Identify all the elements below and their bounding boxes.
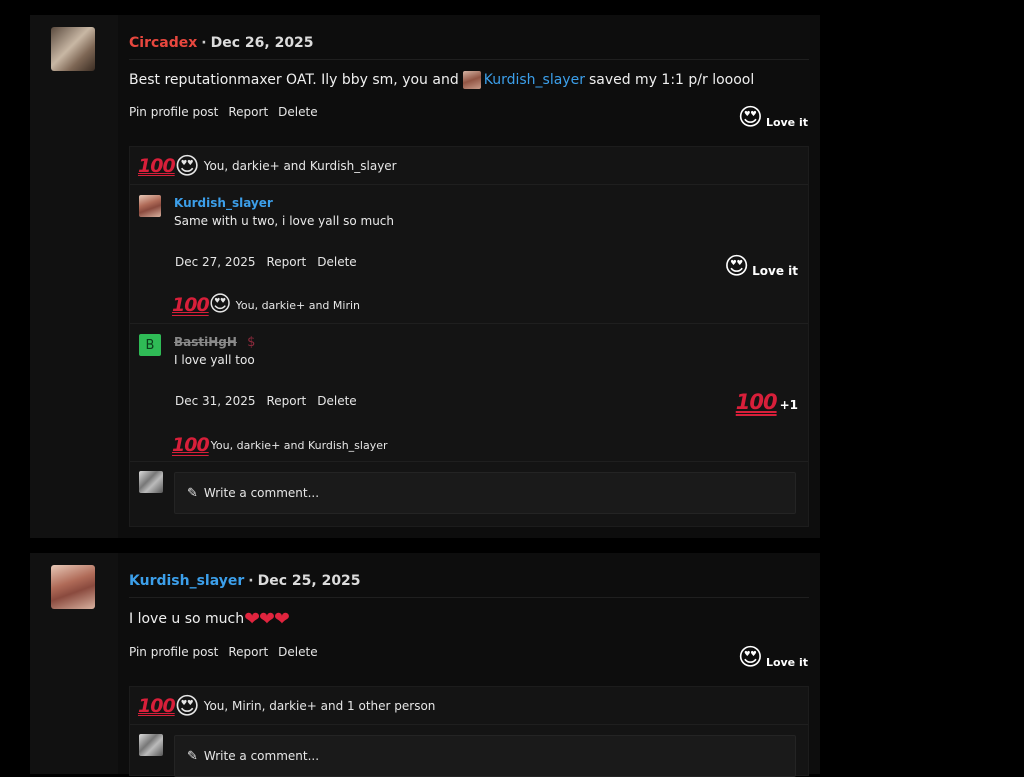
reaction-summary[interactable]: 100 😍 You, Mirin, darkie+ and 1 other pe…	[130, 687, 808, 725]
post-text-before: Best reputationmaxer OAT. Ily bby sm, yo…	[129, 72, 459, 88]
current-user-avatar	[139, 471, 163, 493]
comment-avatar[interactable]	[139, 195, 161, 217]
write-comment-input[interactable]: ✎ Write a comment...	[174, 472, 796, 514]
hearts-icon: ❤❤❤	[244, 608, 290, 630]
comment-text: I love yall too	[174, 353, 255, 367]
comment-author-row: BastiHgH $	[174, 335, 255, 350]
hundred-points-icon: 100	[138, 154, 176, 177]
report-link[interactable]: Report	[228, 105, 268, 119]
reaction-label: Love it	[752, 264, 798, 278]
reaction-label: Love it	[765, 656, 808, 669]
pencil-icon: ✎	[187, 485, 198, 501]
author-name[interactable]: Kurdish_slayer	[129, 573, 244, 589]
react-button[interactable]: 😍 Love it	[738, 105, 808, 129]
heart-eyes-icon: 😍	[737, 643, 763, 671]
reaction-summary[interactable]: 100 You, darkie+ and Kurdish_slayer	[172, 435, 388, 455]
post-text-after: saved my 1:1 p/r looool	[588, 72, 755, 88]
report-link[interactable]: Report	[266, 255, 306, 269]
delete-link[interactable]: Delete	[278, 105, 317, 119]
comment-author[interactable]: Kurdish_slayer	[174, 196, 273, 210]
hundred-points-icon: 100	[172, 294, 210, 316]
comment-actions: Dec 27, 2025 Report Delete	[175, 255, 357, 269]
author-avatar[interactable]	[51, 27, 95, 71]
post-avatar-rail	[30, 15, 118, 538]
comment-avatar[interactable]: B	[139, 334, 161, 356]
comment: Kurdish_slayer Same with u two, i love y…	[130, 185, 808, 324]
comment-date[interactable]: Dec 31, 2025	[175, 394, 255, 408]
comments-section: 100 😍 You, Mirin, darkie+ and 1 other pe…	[129, 686, 809, 777]
pin-profile-post-link[interactable]: Pin profile post	[129, 105, 218, 119]
separator: ·	[248, 573, 254, 589]
heart-eyes-icon: 😍	[174, 691, 200, 720]
heart-eyes-icon: 😍	[724, 252, 750, 280]
write-comment-row: ✎ Write a comment...	[130, 725, 808, 777]
post-body: Best reputationmaxer OAT. Ily bby sm, yo…	[129, 71, 754, 89]
comment-author[interactable]: BastiHgH	[174, 335, 237, 349]
heart-eyes-icon: 😍	[208, 292, 232, 317]
mention-avatar	[462, 71, 481, 89]
heart-eyes-icon: 😍	[174, 151, 200, 180]
post-body: I love u so much ❤❤❤	[129, 608, 290, 630]
pin-profile-post-link[interactable]: Pin profile post	[129, 645, 218, 659]
reaction-summary-text: You, Mirin, darkie+ and 1 other person	[203, 698, 436, 713]
reaction-icons: 100 😍	[138, 694, 200, 718]
comment-date[interactable]: Dec 27, 2025	[175, 255, 255, 269]
post-date[interactable]: Dec 25, 2025	[258, 573, 361, 589]
post-text: I love u so much	[129, 611, 245, 627]
pencil-icon: ✎	[187, 748, 198, 764]
delete-link[interactable]: Delete	[317, 255, 356, 269]
reaction-summary-text: You, darkie+ and Mirin	[235, 298, 361, 312]
profile-post: Kurdish_slayer · Dec 25, 2025 I love u s…	[30, 553, 820, 777]
write-comment-placeholder: Write a comment...	[203, 486, 320, 500]
reaction-count: +1	[779, 398, 798, 412]
post-header: Kurdish_slayer · Dec 25, 2025	[129, 565, 809, 598]
report-link[interactable]: Report	[228, 645, 268, 659]
post-actions: Pin profile post Report Delete	[129, 645, 318, 659]
comments-section: 100 😍 You, darkie+ and Kurdish_slayer Ku…	[129, 146, 809, 527]
hundred-points-icon: 100	[138, 694, 176, 717]
comment: B BastiHgH $ I love yall too Dec 31, 202…	[130, 324, 808, 462]
reaction-summary-text: You, darkie+ and Kurdish_slayer	[210, 438, 388, 452]
delete-link[interactable]: Delete	[317, 394, 356, 408]
heart-eyes-icon: 😍	[737, 103, 763, 131]
profile-post: Circadex · Dec 26, 2025 Best reputationm…	[30, 15, 820, 538]
separator: ·	[201, 35, 207, 51]
reaction-icons: 100 😍	[138, 154, 200, 178]
post-actions: Pin profile post Report Delete	[129, 105, 318, 119]
reaction-summary-text: You, darkie+ and Kurdish_slayer	[203, 158, 397, 173]
dollar-badge-icon: $	[247, 335, 256, 350]
reaction-label: Love it	[765, 116, 808, 129]
current-user-avatar	[139, 734, 163, 756]
report-link[interactable]: Report	[266, 394, 306, 408]
hundred-points-icon: 100	[735, 390, 778, 414]
reaction-summary[interactable]: 100 😍 You, darkie+ and Mirin	[172, 293, 360, 317]
post-date[interactable]: Dec 26, 2025	[211, 35, 314, 51]
react-button[interactable]: 100 +1	[735, 390, 798, 414]
write-comment-input[interactable]: ✎ Write a comment...	[174, 735, 796, 777]
write-comment-row: ✎ Write a comment...	[130, 462, 808, 524]
hundred-points-icon: 100	[172, 434, 210, 456]
react-button[interactable]: 😍 Love it	[724, 254, 798, 278]
comment-text: Same with u two, i love yall so much	[174, 214, 395, 228]
react-button[interactable]: 😍 Love it	[738, 645, 808, 669]
reaction-summary[interactable]: 100 😍 You, darkie+ and Kurdish_slayer	[130, 147, 808, 185]
user-mention[interactable]: Kurdish_slayer	[484, 72, 585, 88]
post-header: Circadex · Dec 26, 2025	[129, 27, 809, 60]
author-name[interactable]: Circadex	[129, 35, 197, 51]
delete-link[interactable]: Delete	[278, 645, 317, 659]
write-comment-placeholder: Write a comment...	[203, 749, 320, 763]
comment-actions: Dec 31, 2025 Report Delete	[175, 394, 357, 408]
author-avatar[interactable]	[51, 565, 95, 609]
